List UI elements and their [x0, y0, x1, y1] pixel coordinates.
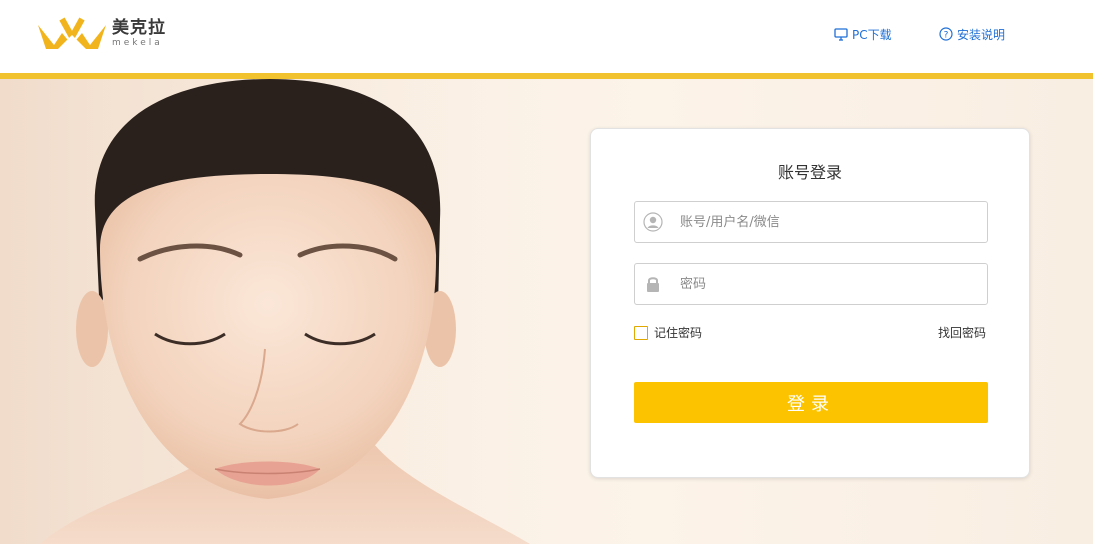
help-circle-icon: ?: [939, 27, 953, 41]
login-title: 账号登录: [777, 163, 842, 182]
login-card: 账号登录 记住密码 找回密码 登录: [590, 128, 1030, 478]
brand-text: 美克拉 mekela: [112, 20, 166, 48]
top-header: 美克拉 mekela PC下载 ? 安装说明: [0, 0, 1093, 73]
brand-name-cn: 美克拉: [112, 18, 166, 38]
username-input[interactable]: [678, 202, 978, 242]
monitor-icon: [834, 27, 848, 41]
lock-icon: [647, 277, 659, 292]
install-guide-link[interactable]: ? 安装说明: [939, 24, 1005, 44]
forgot-password-link[interactable]: 找回密码: [938, 324, 986, 341]
password-input[interactable]: [678, 264, 978, 304]
password-field[interactable]: [634, 263, 988, 305]
login-button[interactable]: 登录: [634, 382, 988, 423]
model-portrait-image: [0, 79, 560, 544]
crown-logo-icon: [38, 17, 106, 49]
remember-label: 记住密码: [654, 326, 703, 340]
username-field[interactable]: [634, 201, 988, 243]
hero-section: 账号登录 记住密码 找回密码 登录: [0, 79, 1093, 544]
remember-checkbox[interactable]: [634, 325, 648, 340]
brand-name-en: mekela: [112, 38, 163, 48]
install-guide-label: 安装说明: [957, 27, 1006, 42]
pc-download-link[interactable]: PC下载: [834, 24, 892, 44]
user-icon: [643, 212, 663, 232]
brand-logo[interactable]: 美克拉 mekela: [36, 14, 166, 54]
pc-download-label: PC下载: [852, 27, 892, 42]
remember-password-toggle[interactable]: 记住密码: [634, 324, 702, 341]
svg-text:?: ?: [944, 31, 949, 41]
